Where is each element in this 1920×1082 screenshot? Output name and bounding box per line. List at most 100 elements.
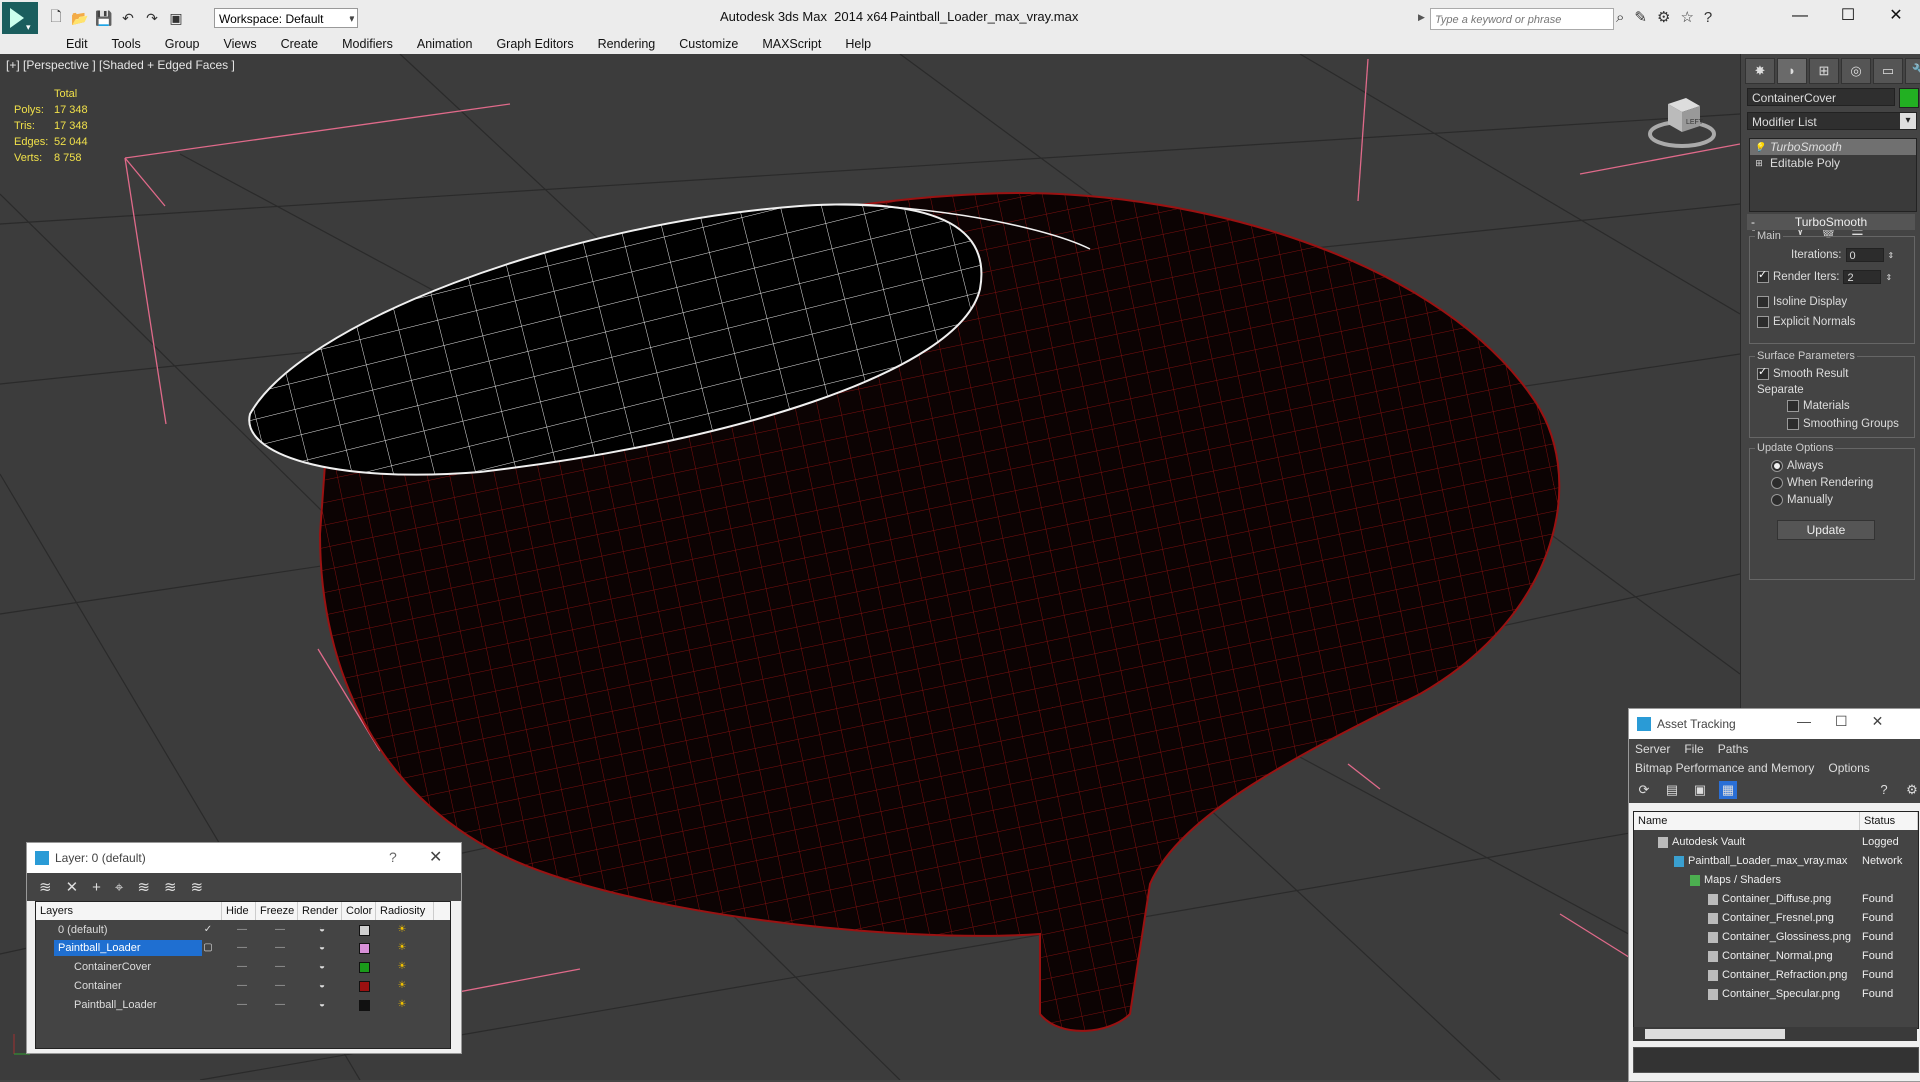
add-to-layer-icon[interactable]: +: [92, 879, 101, 896]
manually-radio[interactable]: [1771, 494, 1783, 506]
current-layer-check-icon[interactable]: ✓: [198, 922, 218, 938]
layer-color-swatch[interactable]: [359, 1000, 370, 1011]
freeze-toggle-icon[interactable]: —: [270, 997, 290, 1013]
help-icon[interactable]: ?: [1704, 9, 1712, 26]
add-selection-icon[interactable]: ▢: [202, 940, 214, 956]
save-file-icon[interactable]: 💾: [94, 9, 114, 27]
render-teapot-icon[interactable]: ◒: [312, 978, 332, 994]
app-logo-icon[interactable]: ▾: [2, 2, 40, 36]
hide-toggle-icon[interactable]: —: [232, 922, 252, 938]
workspace-menu-arrow-icon[interactable]: ▾: [344, 8, 360, 28]
hierarchy-tab-icon[interactable]: ⊞: [1809, 58, 1839, 84]
menu-group[interactable]: Group: [153, 34, 212, 54]
create-layer-icon[interactable]: ≋: [39, 878, 52, 896]
asset-row[interactable]: Container_Normal.png Found: [1634, 948, 1918, 967]
asset-row[interactable]: Autodesk Vault Logged: [1634, 834, 1918, 853]
freeze-toggle-icon[interactable]: —: [270, 978, 290, 994]
layer-name[interactable]: ContainerCover: [70, 959, 155, 975]
open-file-icon[interactable]: 📂: [70, 9, 90, 27]
select-objects-icon[interactable]: ⌖: [115, 879, 123, 896]
turbosmooth-rollout-header[interactable]: - TurboSmooth: [1747, 214, 1915, 230]
update-button[interactable]: Update: [1777, 520, 1875, 540]
undo-icon[interactable]: ↶: [118, 9, 138, 27]
asset-row[interactable]: Maps / Shaders: [1634, 872, 1918, 891]
motion-tab-icon[interactable]: ◎: [1841, 58, 1871, 84]
project-folder-icon[interactable]: ▣: [166, 9, 186, 27]
asset-row[interactable]: Container_Fresnel.png Found: [1634, 910, 1918, 929]
layer-name[interactable]: Paintball_Loader: [54, 940, 202, 956]
menu-bitmap-performance[interactable]: Bitmap Performance and Memory: [1635, 759, 1814, 777]
column-name[interactable]: Name: [1634, 812, 1860, 830]
menu-create[interactable]: Create: [269, 34, 331, 54]
menu-tools[interactable]: Tools: [100, 34, 153, 54]
hide-toggle-icon[interactable]: —: [232, 940, 252, 956]
redo-icon[interactable]: ↷: [142, 9, 162, 27]
menu-help[interactable]: Help: [833, 34, 883, 54]
spinner-arrows-icon[interactable]: ⇕: [1888, 251, 1895, 260]
search-expand-icon[interactable]: ▶: [1418, 12, 1425, 23]
layer-row[interactable]: Paintball_Loader ▢ — — ◒ ☀: [36, 939, 450, 957]
smoothing-groups-checkbox[interactable]: [1787, 418, 1799, 430]
layer-row[interactable]: ContainerCover — — ◒ ☀: [36, 958, 450, 976]
display-tab-icon[interactable]: ▭: [1873, 58, 1903, 84]
layer-name[interactable]: Paintball_Loader: [70, 997, 161, 1013]
thumbnail-view-icon[interactable]: ▣: [1691, 781, 1709, 799]
iterations-spinner[interactable]: 0: [1845, 248, 1884, 262]
help-icon[interactable]: ?: [389, 849, 397, 865]
new-file-icon[interactable]: 🗋: [46, 8, 66, 27]
radiosity-icon[interactable]: ☀: [392, 922, 412, 938]
render-teapot-icon[interactable]: ◒: [312, 922, 332, 938]
workspace-dropdown[interactable]: Workspace: Default ▾: [214, 8, 358, 28]
render-teapot-icon[interactable]: ◒: [312, 997, 332, 1013]
menu-graph-editors[interactable]: Graph Editors: [484, 34, 585, 54]
menu-customize[interactable]: Customize: [667, 34, 750, 54]
menu-edit[interactable]: Edit: [54, 34, 100, 54]
minimize-button[interactable]: —: [1776, 2, 1824, 30]
favorites-star-icon[interactable]: ☆: [1680, 8, 1693, 26]
refresh-icon[interactable]: ⟳: [1635, 781, 1653, 799]
stack-item-turbosmooth[interactable]: 💡 TurboSmooth: [1750, 139, 1916, 155]
asset-row[interactable]: Container_Diffuse.png Found: [1634, 891, 1918, 910]
menu-file[interactable]: File: [1684, 739, 1703, 759]
scrollbar-thumb[interactable]: [1645, 1029, 1785, 1039]
freeze-toggle-icon[interactable]: —: [270, 959, 290, 975]
menu-animation[interactable]: Animation: [405, 34, 485, 54]
search-input[interactable]: Type a keyword or phrase: [1430, 8, 1614, 30]
asset-row[interactable]: Container_Specular.png Found: [1634, 986, 1918, 1005]
asset-row[interactable]: Container_Glossiness.png Found: [1634, 929, 1918, 948]
minimize-icon[interactable]: —: [1797, 713, 1811, 730]
menu-views[interactable]: Views: [211, 34, 268, 54]
radiosity-icon[interactable]: ☀: [392, 959, 412, 975]
object-color-swatch[interactable]: [1899, 88, 1919, 108]
modify-tab-icon[interactable]: ◗: [1777, 58, 1807, 84]
freeze-toggle-icon[interactable]: —: [270, 940, 290, 956]
expand-plus-icon[interactable]: ⊞: [1754, 158, 1764, 168]
explicit-normals-checkbox[interactable]: [1757, 316, 1769, 328]
maximize-icon[interactable]: ☐: [1835, 713, 1848, 730]
freeze-all-icon[interactable]: ≋: [191, 878, 204, 896]
render-teapot-icon[interactable]: ◒: [312, 959, 332, 975]
binoculars-icon[interactable]: ⌕: [1616, 9, 1624, 26]
utilities-tab-icon[interactable]: 🔧: [1905, 58, 1920, 84]
menu-server[interactable]: Server: [1635, 739, 1670, 759]
menu-options[interactable]: Options: [1828, 759, 1869, 777]
maximize-button[interactable]: ☐: [1824, 2, 1872, 30]
layer-color-swatch[interactable]: [359, 981, 370, 992]
lightbulb-icon[interactable]: 💡: [1754, 142, 1765, 152]
materials-checkbox[interactable]: [1787, 400, 1799, 412]
hide-toggle-icon[interactable]: —: [232, 959, 252, 975]
render-teapot-icon[interactable]: ◒: [312, 940, 332, 956]
menu-maxscript[interactable]: MAXScript: [750, 34, 833, 54]
modifier-list-dropdown[interactable]: Modifier List ▾: [1747, 112, 1917, 130]
subscription-icon[interactable]: ✎: [1634, 8, 1647, 26]
menu-modifiers[interactable]: Modifiers: [330, 34, 405, 54]
highlight-layer-icon[interactable]: ≋: [137, 878, 150, 896]
freeze-toggle-icon[interactable]: —: [270, 922, 290, 938]
radiosity-icon[interactable]: ☀: [392, 978, 412, 994]
object-name-field[interactable]: ContainerCover: [1747, 88, 1895, 106]
when-rendering-radio[interactable]: [1771, 477, 1783, 489]
column-radiosity[interactable]: Radiosity: [376, 902, 434, 920]
tools-icon[interactable]: ⚙: [1903, 781, 1920, 799]
layer-row[interactable]: Container — — ◒ ☀: [36, 977, 450, 995]
layer-color-swatch[interactable]: [359, 962, 370, 973]
